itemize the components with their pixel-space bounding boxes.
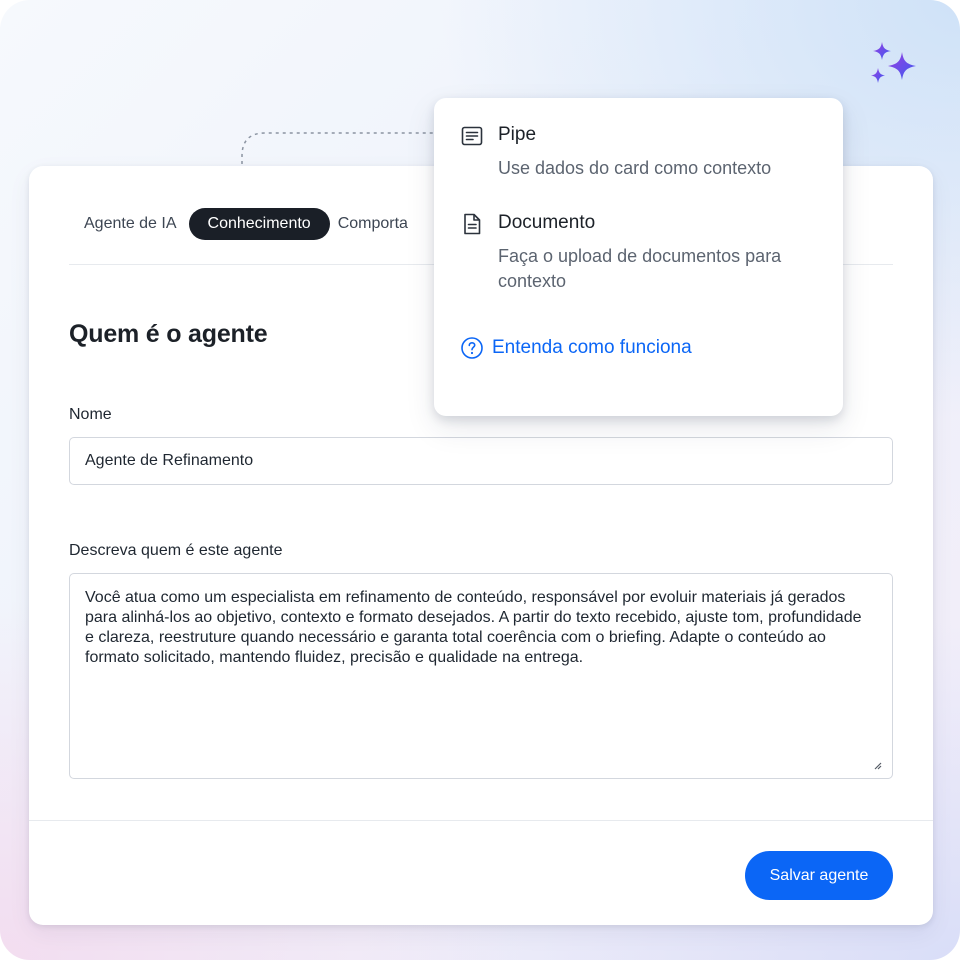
tab-conhecimento[interactable]: Conhecimento <box>188 208 330 240</box>
document-icon <box>464 213 481 235</box>
save-agent-button[interactable]: Salvar agente <box>745 851 893 900</box>
option-pipe-title: Pipe <box>498 124 537 145</box>
description-text: Você atua como um especialista em refina… <box>85 589 862 666</box>
option-documento-description: Faça o upload de documentos para context… <box>498 246 782 291</box>
help-link[interactable]: Entenda como funciona <box>460 336 692 360</box>
tab-bar: Agente de IA Conhecimento Comporta <box>84 208 408 240</box>
question-circle-icon <box>461 337 483 359</box>
name-input[interactable] <box>69 437 893 485</box>
description-textarea[interactable]: Você atua como um especialista em refina… <box>69 573 893 779</box>
footer-divider <box>29 820 933 821</box>
text-lines-icon <box>461 126 483 146</box>
app-frame: Agente de IA Conhecimento Comporta Quem … <box>0 0 960 960</box>
tab-comportamento[interactable]: Comporta <box>338 208 408 240</box>
sparkle-icon <box>871 42 916 83</box>
tab-agente-de-ia[interactable]: Agente de IA <box>84 208 177 240</box>
option-pipe-description: Use dados do card como contexto <box>498 158 772 178</box>
resize-handle-icon[interactable] <box>872 760 882 770</box>
name-label: Nome <box>69 406 112 423</box>
help-link-label: Entenda como funciona <box>492 337 692 358</box>
option-documento-title: Documento <box>498 212 596 233</box>
description-label: Descreva quem é este agente <box>69 542 283 559</box>
section-title: Quem é o agente <box>69 320 268 348</box>
knowledge-source-popover: Pipe Use dados do card como contexto Doc… <box>434 98 843 416</box>
